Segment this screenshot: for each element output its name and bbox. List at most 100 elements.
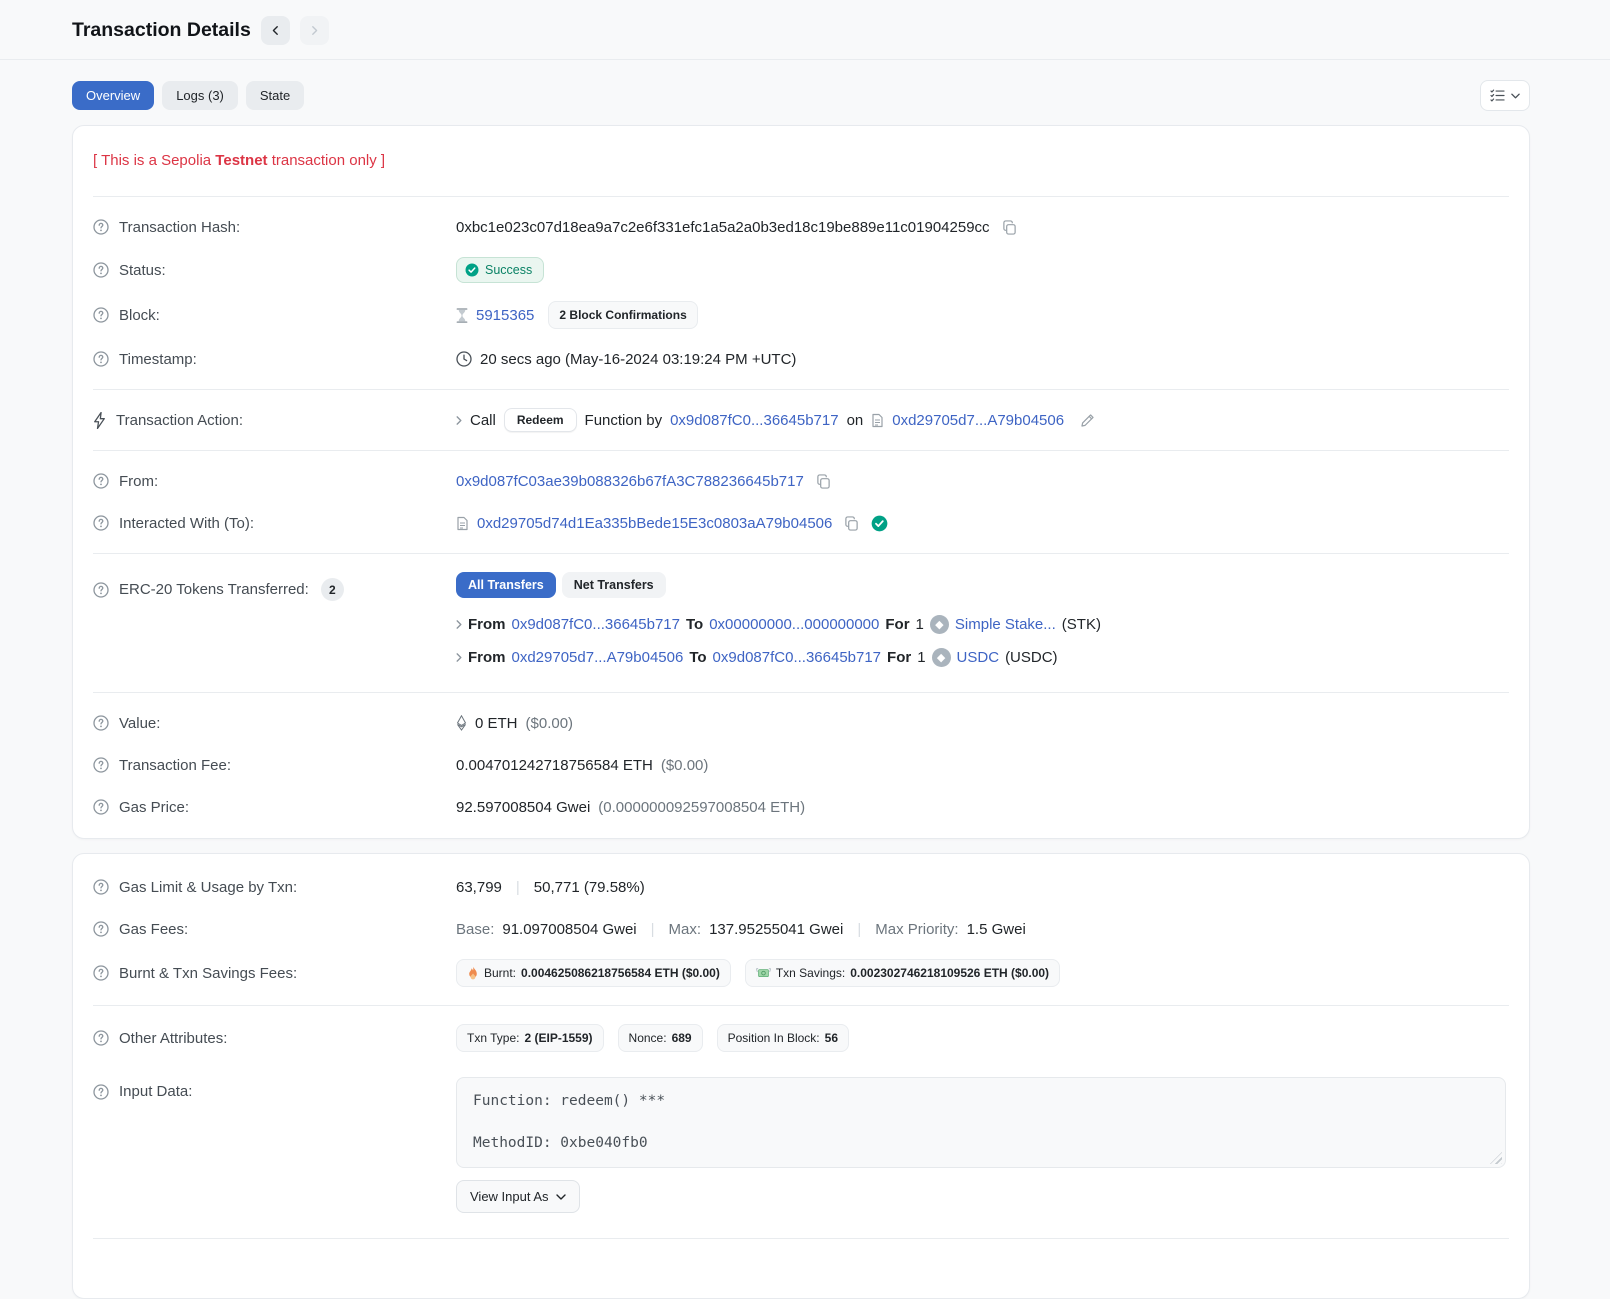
transfer-to-link[interactable]: 0x9d087fC0...36645b717 bbox=[713, 649, 881, 666]
burnt-value: 0.004625086218756584 ETH ($0.00) bbox=[521, 966, 720, 980]
action-method-badge[interactable]: Redeem bbox=[504, 408, 577, 432]
copy-icon[interactable] bbox=[844, 516, 859, 531]
transfer-from-word: From bbox=[468, 649, 506, 666]
transaction-hash-value: 0xbc1e023c07d18ea9a7c2e6f331efc1a5a2a0b3… bbox=[456, 219, 990, 236]
divider bbox=[93, 389, 1509, 390]
input-data-line2: MethodID: 0xbe040fb0 bbox=[473, 1133, 1489, 1154]
money-with-wings-icon bbox=[756, 967, 771, 979]
transfer-from-link[interactable]: 0x9d087fC0...36645b717 bbox=[512, 616, 680, 633]
transfer-amount: 1 bbox=[916, 616, 924, 633]
tab-logs[interactable]: Logs (3) bbox=[162, 81, 238, 110]
timestamp-label: Timestamp: bbox=[119, 351, 197, 368]
row-other-attributes: Other Attributes: Txn Type: 2 (EIP-1559)… bbox=[93, 1015, 1509, 1061]
divider bbox=[93, 1238, 1509, 1239]
chevron-down-icon bbox=[1511, 93, 1520, 99]
input-data-textarea[interactable]: Function: redeem() *** MethodID: 0xbe040… bbox=[456, 1077, 1506, 1168]
action-function-by: Function by bbox=[585, 412, 663, 429]
txn-savings-badge: Txn Savings: 0.002302746218109526 ETH ($… bbox=[745, 959, 1060, 987]
previous-transaction-button[interactable] bbox=[261, 16, 290, 45]
question-circle-icon[interactable] bbox=[93, 219, 109, 235]
check-circle-icon bbox=[465, 263, 479, 277]
transfer-to-link[interactable]: 0x00000000...000000000 bbox=[709, 616, 879, 633]
verified-check-icon bbox=[871, 515, 888, 532]
question-circle-icon[interactable] bbox=[93, 262, 109, 278]
copy-icon[interactable] bbox=[1002, 220, 1017, 235]
gas-price-label: Gas Price: bbox=[119, 799, 189, 816]
question-circle-icon[interactable] bbox=[93, 1030, 109, 1046]
transaction-fee-amount: 0.004701242718756584 ETH bbox=[456, 757, 653, 774]
question-circle-icon[interactable] bbox=[93, 879, 109, 895]
max-priority-label: Max Priority: bbox=[875, 921, 958, 938]
flame-icon bbox=[467, 966, 479, 980]
divider bbox=[93, 450, 1509, 451]
question-circle-icon[interactable] bbox=[93, 1084, 109, 1100]
caret-right-icon[interactable] bbox=[456, 620, 462, 629]
next-transaction-button[interactable] bbox=[300, 16, 329, 45]
other-attributes-label: Other Attributes: bbox=[119, 1030, 227, 1047]
question-circle-icon[interactable] bbox=[93, 351, 109, 367]
from-address-link[interactable]: 0x9d087fC03ae39b088326b67fA3C788236645b7… bbox=[456, 473, 804, 490]
txn-savings-value: 0.002302746218109526 ETH ($0.00) bbox=[850, 966, 1049, 980]
question-circle-icon[interactable] bbox=[93, 582, 109, 598]
row-timestamp: Timestamp: 20 secs ago (May-16-2024 03:1… bbox=[93, 338, 1509, 380]
divider bbox=[93, 196, 1509, 197]
chevron-down-icon bbox=[556, 1194, 566, 1200]
row-from: From: 0x9d087fC03ae39b088326b67fA3C78823… bbox=[93, 460, 1509, 502]
question-circle-icon[interactable] bbox=[93, 921, 109, 937]
transfer-token-link[interactable]: USDC bbox=[957, 649, 1000, 666]
question-circle-icon[interactable] bbox=[93, 307, 109, 323]
tab-state[interactable]: State bbox=[246, 81, 304, 110]
transfer-from-link[interactable]: 0xd29705d7...A79b04506 bbox=[512, 649, 684, 666]
action-contract-link[interactable]: 0xd29705d7...A79b04506 bbox=[892, 412, 1064, 429]
txn-type-value: 2 (EIP-1559) bbox=[524, 1031, 592, 1045]
transfer-amount: 1 bbox=[917, 649, 925, 666]
input-data-line1: Function: redeem() *** bbox=[473, 1091, 1489, 1112]
tab-overview[interactable]: Overview bbox=[72, 81, 154, 110]
edit-pencil-icon[interactable] bbox=[1080, 413, 1095, 428]
warning-prefix: [ This is a Sepolia bbox=[93, 152, 215, 169]
row-gas-price: Gas Price: 92.597008504 Gwei (0.00000009… bbox=[93, 786, 1509, 828]
block-confirmations-text: 2 Block Confirmations bbox=[559, 308, 686, 322]
block-number-link[interactable]: 5915365 bbox=[476, 307, 534, 324]
transaction-hash-label: Transaction Hash: bbox=[119, 219, 240, 236]
to-address-link[interactable]: 0xd29705d74d1Ea335bBede15E3c0803aA79b045… bbox=[477, 515, 832, 532]
row-transaction-fee: Transaction Fee: 0.004701242718756584 ET… bbox=[93, 744, 1509, 786]
max-fee-label: Max: bbox=[669, 921, 702, 938]
resize-handle[interactable] bbox=[1490, 1152, 1502, 1164]
page-title: Transaction Details bbox=[72, 19, 251, 42]
action-by-address-link[interactable]: 0x9d087fC0...36645b717 bbox=[670, 412, 838, 429]
caret-right-icon[interactable] bbox=[456, 653, 462, 662]
input-data-label: Input Data: bbox=[119, 1083, 192, 1100]
row-transaction-hash: Transaction Hash: 0xbc1e023c07d18ea9a7c2… bbox=[93, 206, 1509, 248]
row-erc20-transfers: ERC-20 Tokens Transferred: 2 All Transfe… bbox=[93, 563, 1509, 683]
base-fee-label: Base: bbox=[456, 921, 494, 938]
view-input-as-button[interactable]: View Input As bbox=[456, 1180, 580, 1213]
transfer-token-symbol: (USDC) bbox=[1005, 649, 1058, 666]
question-circle-icon[interactable] bbox=[93, 715, 109, 731]
display-options-button[interactable] bbox=[1480, 80, 1530, 111]
all-transfers-button[interactable]: All Transfers bbox=[456, 572, 556, 598]
question-circle-icon[interactable] bbox=[93, 799, 109, 815]
question-circle-icon[interactable] bbox=[93, 473, 109, 489]
question-circle-icon[interactable] bbox=[93, 515, 109, 531]
erc20-label: ERC-20 Tokens Transferred: bbox=[119, 581, 309, 598]
transaction-action-label: Transaction Action: bbox=[116, 412, 243, 429]
txn-type-badge: Txn Type: 2 (EIP-1559) bbox=[456, 1024, 604, 1052]
chevron-left-icon bbox=[270, 25, 281, 36]
divider bbox=[93, 553, 1509, 554]
question-circle-icon[interactable] bbox=[93, 965, 109, 981]
nonce-value: 689 bbox=[672, 1031, 692, 1045]
copy-icon[interactable] bbox=[816, 474, 831, 489]
caret-right-icon[interactable] bbox=[456, 416, 462, 425]
token-icon: ◆ bbox=[930, 615, 949, 634]
nonce-badge: Nonce: 689 bbox=[618, 1024, 703, 1052]
gas-limit-value: 63,799 bbox=[456, 879, 502, 896]
transfer-token-link[interactable]: Simple Stake... bbox=[955, 616, 1056, 633]
card-bottom-padding bbox=[93, 1248, 1509, 1294]
divider bbox=[93, 1005, 1509, 1006]
question-circle-icon[interactable] bbox=[93, 757, 109, 773]
transfer-row: From 0x9d087fC0...36645b717 To 0x0000000… bbox=[456, 608, 1509, 641]
erc20-count-badge: 2 bbox=[321, 578, 344, 601]
row-gas-limit: Gas Limit & Usage by Txn: 63,799 | 50,77… bbox=[93, 866, 1509, 908]
net-transfers-button[interactable]: Net Transfers bbox=[562, 572, 666, 598]
